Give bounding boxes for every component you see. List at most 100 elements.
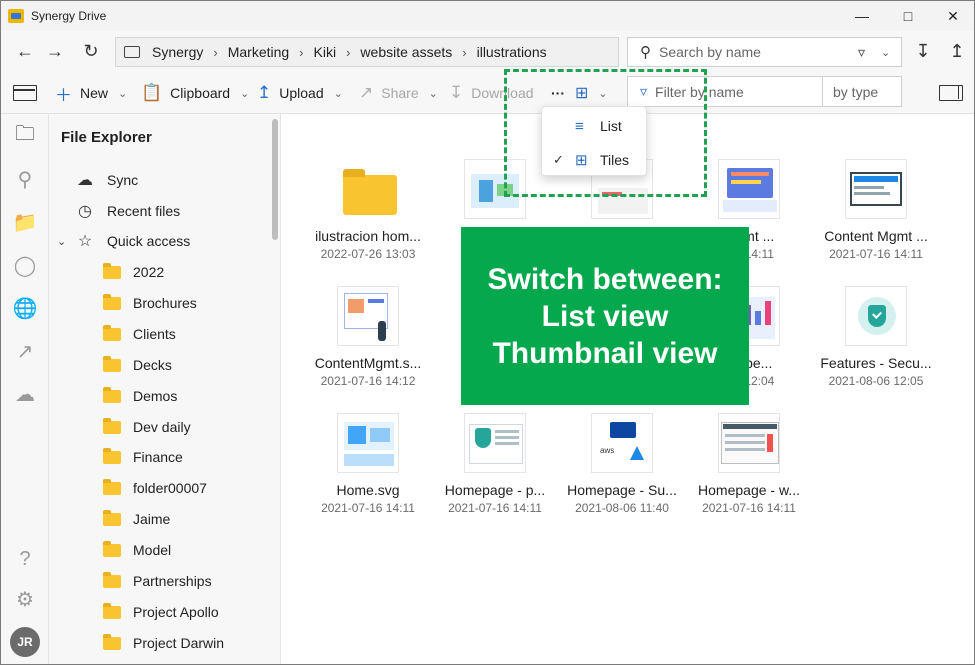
sidebar-folder[interactable]: Project Apollo <box>49 597 271 627</box>
image-thumbnail <box>464 413 526 473</box>
sidebar-folder[interactable]: Jaime <box>49 504 271 534</box>
sidebar-folder-label: Dev daily <box>133 419 191 435</box>
sidebar-folder-label: Decks <box>133 357 172 373</box>
chevron-right-icon: › <box>346 44 351 60</box>
breadcrumb-item[interactable]: Marketing <box>228 44 289 60</box>
file-tile[interactable]: Content Mgmt ... 2021-07-16 14:11 <box>813 151 939 271</box>
left-rail: 🗀 ⚲ 📁 ◯ 🌐 ↗ ☁ ? ⚙ <box>1 114 49 664</box>
breadcrumb-item[interactable]: website assets <box>360 44 452 60</box>
chevron-down-icon: ⌄ <box>118 87 128 100</box>
file-date: 2021-07-16 14:11 <box>702 501 796 515</box>
file-tile[interactable]: Home.svg 2021-07-16 14:11 <box>305 405 431 525</box>
image-thumbnail <box>337 286 399 346</box>
search-input[interactable]: ⚲ Search by name ▿ ⌄ <box>627 37 902 67</box>
download-arrow-icon[interactable]: ↧ <box>911 37 935 65</box>
sidebar-folder-label: folder00007 <box>133 480 207 496</box>
breadcrumb: Synergy › Marketing › Kiki › website ass… <box>115 37 619 67</box>
search-icon[interactable]: ⚲ <box>1 159 49 199</box>
sidebar-folder[interactable]: Brochures <box>49 288 271 318</box>
refresh-icon[interactable]: ↻ <box>77 37 105 65</box>
new-button[interactable]: ＋ New ⌄ <box>55 79 127 107</box>
file-tile[interactable]: ContentMgmt.s... 2021-07-16 14:12 <box>305 278 431 398</box>
sidebar-folder-label: Brochures <box>133 295 197 311</box>
chart-icon[interactable]: ↗ <box>1 331 49 371</box>
file-date: 2021-07-16 14:11 <box>448 501 542 515</box>
file-date: 2021-07-16 14:11 <box>321 501 415 515</box>
breadcrumb-item[interactable]: Synergy <box>152 44 203 60</box>
sidebar-folder[interactable]: Decks <box>49 350 271 380</box>
sidebar-folder[interactable]: Finance <box>49 442 271 472</box>
file-date: 2021-07-16 14:11 <box>829 247 923 261</box>
chevron-down-icon[interactable]: ⌄ <box>881 46 890 59</box>
file-tile[interactable]: ilustracion hom... 2022-07-26 13:03 <box>305 151 431 271</box>
toggle-sidebar-icon[interactable] <box>11 79 39 107</box>
folder-icon <box>103 510 121 526</box>
details-pane-icon[interactable] <box>937 79 965 107</box>
file-name: Homepage - p... <box>444 482 546 498</box>
sidebar-folder[interactable]: Dev daily <box>49 412 271 442</box>
app-window: Synergy Drive — □ ✕ ← → ↻ Synergy › Mark… <box>0 0 975 665</box>
sidebar-item-sync[interactable]: ☁ Sync <box>49 165 271 195</box>
toolbar: ＋ New ⌄ 📋 Clipboard ⌄ ↥ Upload ⌄ ↗ Share… <box>1 71 974 114</box>
file-tile[interactable]: Homepage - p... 2021-07-16 14:11 <box>432 405 558 525</box>
file-name: Features - Secu... <box>820 355 932 371</box>
search-filter-icon[interactable]: ▿ <box>858 44 865 61</box>
folder-search-icon[interactable]: 📁 <box>1 202 49 242</box>
file-name: Homepage - Su... <box>567 482 677 498</box>
avatar[interactable]: JR <box>10 627 40 657</box>
file-name: ilustracion hom... <box>315 228 421 244</box>
chevron-right-icon: › <box>299 44 304 60</box>
gear-icon[interactable]: ⚙ <box>1 579 49 619</box>
share-label: Share <box>381 85 419 101</box>
upload-label: Upload <box>279 85 324 101</box>
minimize-button[interactable]: — <box>839 1 885 31</box>
sidebar-folder[interactable]: Partnerships <box>49 566 271 596</box>
maximize-button[interactable]: □ <box>885 1 931 31</box>
type-placeholder: by type <box>833 83 879 100</box>
breadcrumb-item[interactable]: Kiki <box>314 44 337 60</box>
globe-icon[interactable]: 🌐 <box>1 288 49 328</box>
file-tile[interactable]: Features - Secu... 2021-08-06 12:05 <box>813 278 939 398</box>
file-tile[interactable]: aws Homepage - Su... 2021-08-06 11:40 <box>559 405 685 525</box>
sidebar-item-recent-files[interactable]: ◷ Recent files <box>49 196 271 226</box>
clipboard-button[interactable]: 📋 Clipboard ⌄ <box>141 79 249 107</box>
type-filter-input[interactable]: by type <box>823 76 902 107</box>
navigation-bar: ← → ↻ Synergy › Marketing › Kiki › websi… <box>1 31 974 71</box>
download-icon: ↧ <box>449 83 464 102</box>
sidebar-folder-label: Demos <box>133 388 178 404</box>
close-button[interactable]: ✕ <box>930 1 974 31</box>
sidebar-folder[interactable]: Model <box>49 535 271 565</box>
tag-icon[interactable]: ◯ <box>1 245 49 285</box>
file-date: 2021-08-06 11:40 <box>575 501 669 515</box>
forward-arrow-icon[interactable]: → <box>41 37 69 65</box>
sidebar-folder[interactable]: Demos <box>49 381 271 411</box>
sidebar-item-quick-access[interactable]: ⌄ ☆ Quick access <box>49 226 271 256</box>
sidebar-folder[interactable]: Clients <box>49 319 271 349</box>
chevron-down-icon[interactable]: ⌄ <box>57 235 66 248</box>
upload-button[interactable]: ↥ Upload ⌄ <box>257 79 343 107</box>
sidebar-folder-label: Model <box>133 542 172 558</box>
sidebar-folder[interactable]: Project Darwin <box>49 628 271 658</box>
file-tile[interactable]: Homepage - w... 2021-07-16 14:11 <box>686 405 812 525</box>
sidebar-folder[interactable]: folder00007 <box>49 473 271 503</box>
folder-icon <box>343 169 397 215</box>
upload-icon: ↥ <box>257 83 272 102</box>
share-icon: ↗ <box>359 83 374 102</box>
folder-icon <box>103 448 121 464</box>
plus-icon: ＋ <box>55 85 72 105</box>
cloud-download-icon[interactable]: ☁ <box>1 374 49 414</box>
image-thumbnail: aws <box>591 413 653 473</box>
help-icon[interactable]: ? <box>1 539 49 579</box>
sidebar-folder[interactable]: 2022 <box>49 257 271 287</box>
file-explorer-icon[interactable]: 🗀 <box>1 116 49 156</box>
upload-top-icon[interactable]: ↥ <box>945 37 969 65</box>
sidebar: File Explorer ☁ Sync ◷ Recent files ⌄ ☆ … <box>49 114 281 664</box>
back-arrow-icon[interactable]: ← <box>11 37 39 65</box>
callout-line: Switch between: <box>487 262 723 296</box>
app-title: Synergy Drive <box>31 9 107 23</box>
share-button[interactable]: ↗ Share ⌄ <box>359 79 438 107</box>
file-date: 2022-07-26 13:03 <box>320 247 416 261</box>
sidebar-scrollbar[interactable] <box>272 119 278 240</box>
breadcrumb-item[interactable]: illustrations <box>477 44 547 60</box>
sidebar-folder-label: Partnerships <box>133 573 212 589</box>
